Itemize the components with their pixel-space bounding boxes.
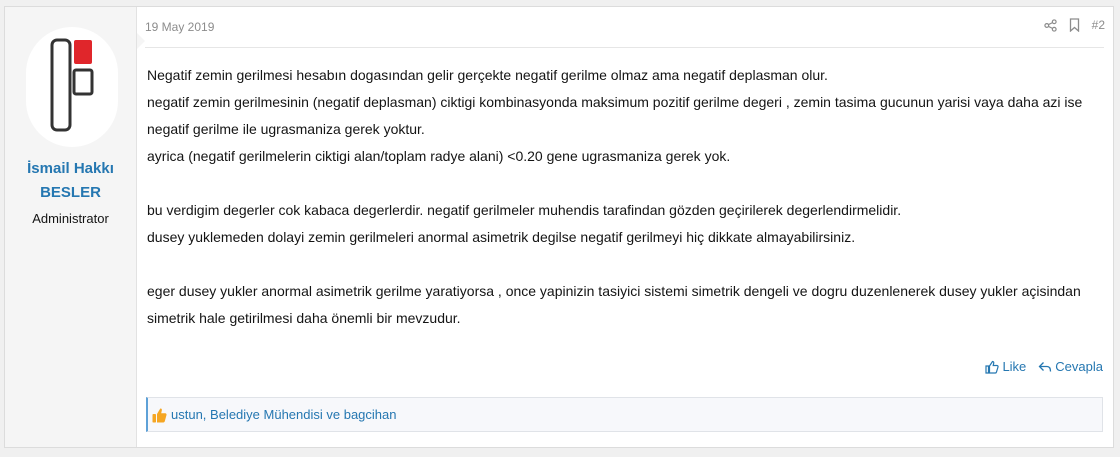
post-line: ayrica (negatif gerilmelerin ciktigi ala… <box>147 148 731 164</box>
post-line: negatif zemin gerilmesinin (negatif depl… <box>147 94 1083 110</box>
post-line: bu verdigim degerler cok kabaca degerler… <box>147 202 902 218</box>
reply-icon <box>1038 361 1052 372</box>
forum-post: İsmail Hakkı BESLER Administrator 19 May… <box>4 6 1114 448</box>
post-line: dusey yuklemeden dolayi zemin gerilmeler… <box>147 229 856 245</box>
reactions-bar: ustun, Belediye Mühendisi ve bagcihan <box>146 397 1103 432</box>
like-label[interactable]: Like <box>1002 359 1026 374</box>
post-line: Negatif zemin gerilmesi hesabın dogasınd… <box>147 67 828 83</box>
user-title: Administrator <box>32 211 109 226</box>
user-info-column: İsmail Hakkı BESLER Administrator <box>5 7 145 447</box>
thumbs-up-icon <box>985 360 1000 374</box>
logo-avatar-icon <box>50 38 94 132</box>
thumbs-up-reaction-icon <box>152 407 167 423</box>
username-line2[interactable]: BESLER <box>5 181 136 205</box>
post-actions: Like Cevapla <box>985 359 1103 374</box>
post-date[interactable]: 19 May 2019 <box>145 20 214 34</box>
post-body: Negatif zemin gerilmesi hesabın dogasınd… <box>147 62 1099 332</box>
reply-button[interactable]: Cevapla <box>1038 359 1103 374</box>
post-header-actions: #2 <box>1043 18 1105 32</box>
post-line: simetrik hale getirilmesi daha önemli bi… <box>147 310 461 326</box>
post-line: eger dusey yukler anormal asimetrik geri… <box>147 283 1081 299</box>
share-icon[interactable] <box>1043 18 1057 32</box>
username-line1[interactable]: İsmail Hakkı <box>5 157 136 181</box>
post-line: negatif gerilme ile ugrasmaniza gerek yo… <box>147 121 425 137</box>
reactions-list-link[interactable]: ustun, Belediye Mühendisi ve bagcihan <box>171 407 396 422</box>
avatar[interactable] <box>26 27 118 147</box>
like-button[interactable]: Like <box>985 359 1026 374</box>
username[interactable]: İsmail Hakkı BESLER <box>5 157 136 205</box>
post-main: 19 May 2019 #2 Negatif zemin gerilmesi h… <box>136 7 1113 447</box>
reply-label[interactable]: Cevapla <box>1055 359 1103 374</box>
post-number-link[interactable]: #2 <box>1092 18 1105 32</box>
bookmark-icon[interactable] <box>1069 18 1080 32</box>
header-divider <box>145 47 1104 48</box>
